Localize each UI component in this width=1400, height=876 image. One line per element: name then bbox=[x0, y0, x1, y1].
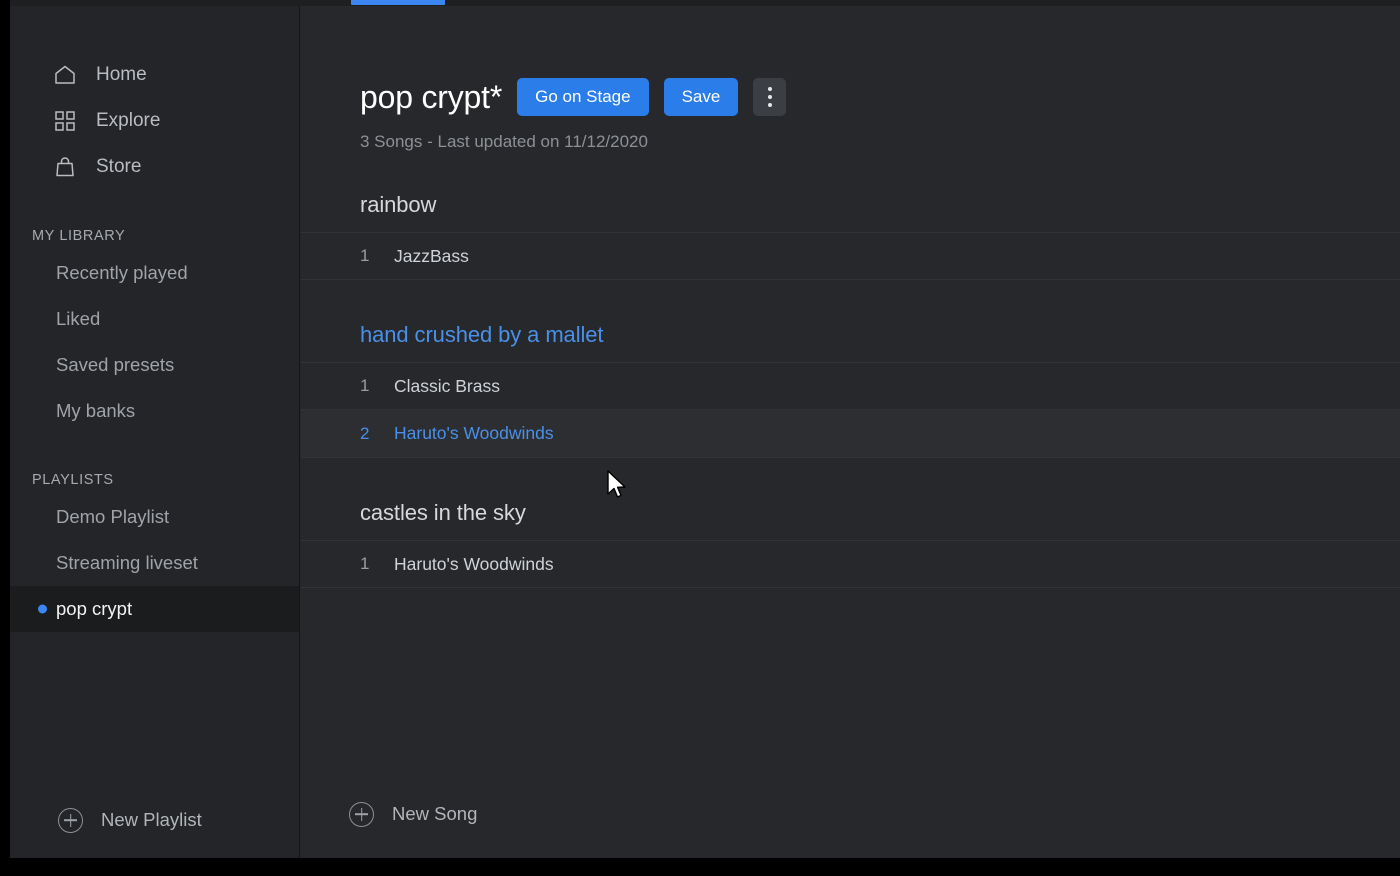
track-index: 1 bbox=[360, 554, 370, 573]
new-song-button[interactable]: New Song bbox=[301, 792, 477, 836]
new-song-label: New Song bbox=[392, 803, 478, 824]
sidebar-item-label-saved-presets: Saved presets bbox=[56, 354, 175, 375]
sidebar-item-label-home: Home bbox=[96, 64, 147, 85]
new-playlist-button[interactable]: New Playlist bbox=[10, 798, 202, 842]
sidebar-item-my-banks[interactable]: My banks bbox=[10, 388, 299, 434]
sidebar-library-list: Recently played Liked Saved presets My b… bbox=[10, 250, 299, 434]
page-title: pop crypt* bbox=[360, 78, 503, 115]
grid-icon bbox=[52, 108, 78, 134]
sidebar-item-label-liked: Liked bbox=[56, 308, 101, 329]
sidebar-item-streaming-liveset[interactable]: Streaming liveset bbox=[10, 540, 299, 586]
sidebar-item-label-streaming-liveset: Streaming liveset bbox=[56, 552, 198, 573]
sidebar-item-label-pop-crypt: pop crypt bbox=[56, 598, 133, 619]
sidebar-item-pop-crypt[interactable]: pop crypt bbox=[10, 586, 299, 632]
left-gutter bbox=[0, 0, 10, 876]
song-block: hand crushed by a mallet 1 Classic Brass… bbox=[301, 322, 1400, 458]
song-title[interactable]: hand crushed by a mallet bbox=[301, 322, 1400, 362]
playlist-subtitle: 3 Songs - Last updated on 11/12/2020 bbox=[360, 132, 648, 151]
sidebar-nav: Home Explore Store bbox=[10, 6, 299, 190]
app-window: Home Explore Store MY LIBRARY Recently p… bbox=[0, 0, 1400, 876]
sidebar: Home Explore Store MY LIBRARY Recently p… bbox=[10, 6, 300, 858]
sidebar-item-label-recently-played: Recently played bbox=[56, 262, 188, 283]
kebab-menu-icon-dot bbox=[767, 87, 772, 91]
track-row[interactable]: 2 Haruto's Woodwinds bbox=[301, 410, 1400, 458]
sidebar-item-demo-playlist[interactable]: Demo Playlist bbox=[10, 494, 299, 540]
track-name: Haruto's Woodwinds bbox=[394, 423, 554, 443]
track-row[interactable]: 1 JazzBass bbox=[301, 232, 1400, 280]
track-name: Haruto's Woodwinds bbox=[394, 553, 554, 574]
sidebar-item-liked[interactable]: Liked bbox=[10, 296, 299, 342]
sidebar-item-label-demo-playlist: Demo Playlist bbox=[56, 506, 170, 527]
sidebar-item-saved-presets[interactable]: Saved presets bbox=[10, 342, 299, 388]
sidebar-item-store[interactable]: Store bbox=[10, 144, 299, 190]
kebab-menu-icon-dot bbox=[767, 95, 772, 99]
sidebar-item-label-my-banks: My banks bbox=[56, 400, 136, 421]
sidebar-item-label-store: Store bbox=[96, 156, 142, 177]
active-playlist-dot-icon bbox=[38, 604, 47, 614]
track-name: Classic Brass bbox=[394, 375, 500, 396]
track-name: JazzBass bbox=[394, 245, 469, 266]
track-row[interactable]: 1 Haruto's Woodwinds bbox=[301, 540, 1400, 588]
sidebar-playlists-list: Demo Playlist Streaming liveset pop cryp… bbox=[10, 494, 299, 632]
active-tab-indicator[interactable] bbox=[351, 0, 445, 5]
playlist-header: pop crypt* Go on Stage Save 3 Songs - La… bbox=[301, 6, 1400, 152]
track-index: 2 bbox=[360, 423, 370, 443]
more-options-button[interactable] bbox=[753, 78, 787, 116]
song-block: castles in the sky 1 Haruto's Woodwinds bbox=[301, 500, 1400, 588]
kebab-menu-icon-dot bbox=[767, 103, 772, 107]
track-index: 1 bbox=[360, 246, 370, 265]
main-content: pop crypt* Go on Stage Save 3 Songs - La… bbox=[301, 6, 1400, 858]
save-button[interactable]: Save bbox=[663, 78, 739, 116]
song-list: rainbow 1 JazzBass hand crushed by a mal… bbox=[301, 192, 1400, 588]
playlist-title-row: pop crypt* Go on Stage Save bbox=[360, 78, 1400, 116]
section-label-my-library: MY LIBRARY bbox=[32, 228, 126, 244]
track-index: 1 bbox=[360, 376, 370, 395]
home-icon bbox=[52, 62, 78, 88]
plus-circle-icon bbox=[58, 807, 83, 833]
sidebar-item-recently-played[interactable]: Recently played bbox=[10, 250, 299, 296]
plus-circle-icon bbox=[349, 801, 374, 827]
sidebar-item-label-explore: Explore bbox=[96, 110, 161, 131]
section-label-playlists: PLAYLISTS bbox=[32, 472, 114, 488]
song-block: rainbow 1 JazzBass bbox=[301, 192, 1400, 280]
track-row[interactable]: 1 Classic Brass bbox=[301, 362, 1400, 410]
go-on-stage-button[interactable]: Go on Stage bbox=[517, 78, 649, 116]
bag-icon bbox=[52, 154, 78, 180]
sidebar-item-explore[interactable]: Explore bbox=[10, 98, 299, 144]
new-playlist-label: New Playlist bbox=[101, 809, 202, 830]
song-title[interactable]: castles in the sky bbox=[301, 500, 1400, 540]
sidebar-item-home[interactable]: Home bbox=[10, 52, 299, 98]
bottom-gutter bbox=[0, 858, 1400, 876]
song-title[interactable]: rainbow bbox=[301, 192, 1400, 232]
